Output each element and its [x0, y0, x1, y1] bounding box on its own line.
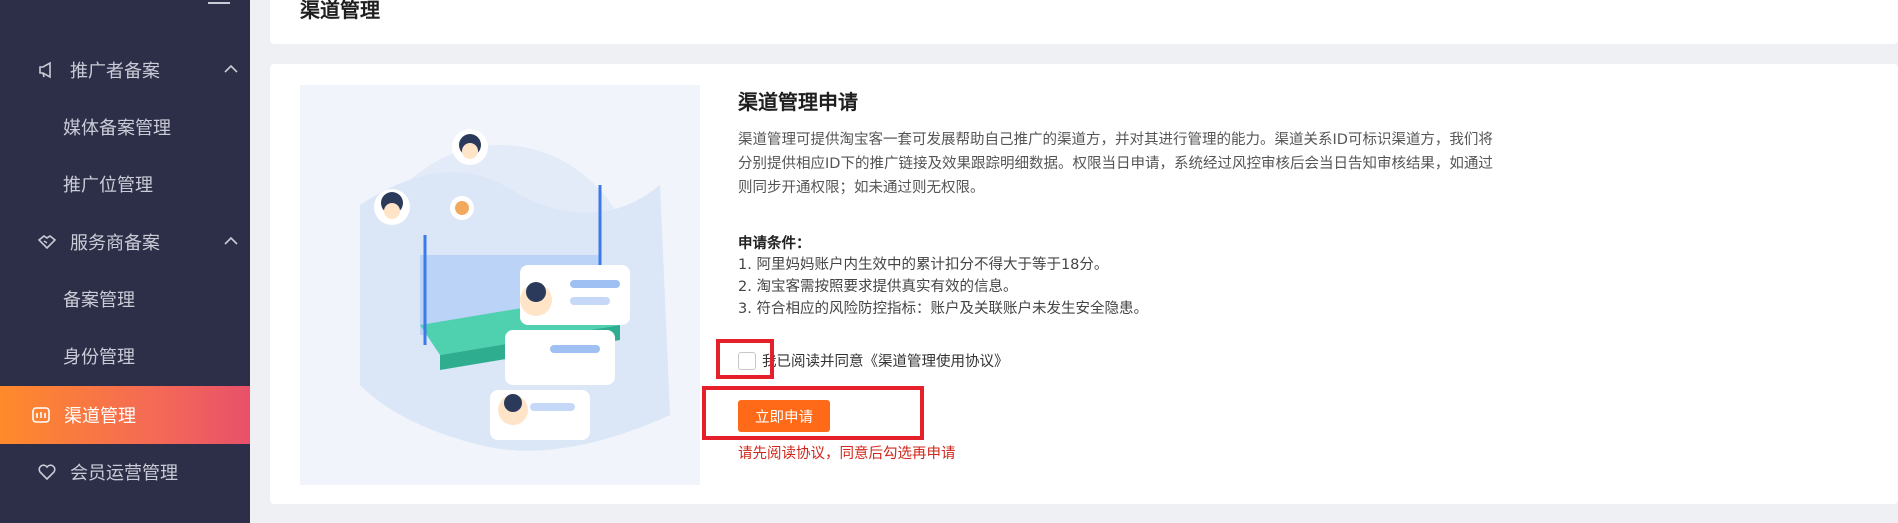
sidebar-item-media-filing[interactable]: 媒体备案管理 — [0, 99, 250, 155]
chevron-up-icon[interactable] — [224, 234, 238, 248]
error-message: 请先阅读协议，同意后勾选再申请 — [738, 446, 956, 462]
sidebar-item-adzone[interactable]: 推广位管理 — [0, 156, 250, 212]
menu-toggle-icon[interactable] — [208, 0, 230, 4]
apply-button[interactable]: 立即申请 — [738, 400, 830, 432]
sidebar-item-label: 身份管理 — [63, 347, 135, 368]
sidebar-group-label: 服务商备案 — [70, 233, 160, 254]
sidebar-group-provider[interactable]: 服务商备案 — [0, 214, 250, 270]
agreement-row: 我已阅读并同意《渠道管理使用协议》 — [738, 350, 1009, 371]
sidebar-item-member-ops[interactable]: 会员运营管理 — [0, 444, 250, 500]
main-card: 渠道管理申请 渠道管理可提供淘宝客一套可发展帮助自己推广的渠道方，并对其进行管理… — [270, 64, 1898, 504]
condition-item: 1. 阿里妈妈账户内生效中的累计扣分不得大于等于18分。 — [738, 257, 1109, 273]
channel-illustration — [300, 85, 700, 485]
handshake-icon — [36, 231, 58, 253]
checkbox-highlight-box — [716, 339, 774, 379]
sidebar-group-label: 推广者备案 — [70, 61, 160, 82]
sidebar-item-label: 推广位管理 — [63, 175, 153, 196]
page-title: 渠道管理 — [300, 0, 380, 22]
chevron-up-icon[interactable] — [224, 62, 238, 76]
sidebar-item-channel[interactable]: 渠道管理 — [0, 386, 250, 444]
sidebar-item-label: 媒体备案管理 — [63, 118, 171, 139]
header: 渠道管理 — [270, 0, 1898, 44]
sidebar-item-identity[interactable]: 身份管理 — [0, 328, 250, 384]
conditions-list: 1. 阿里妈妈账户内生效中的累计扣分不得大于等于18分。 2. 淘宝客需按照要求… — [738, 254, 1148, 320]
sidebar-group-label: 会员运营管理 — [70, 463, 178, 484]
apply-title: 渠道管理申请 — [738, 90, 858, 114]
channel-icon — [30, 404, 52, 426]
condition-item: 2. 淘宝客需按照要求提供真实有效的信息。 — [738, 279, 1018, 295]
sidebar-item-label: 备案管理 — [63, 290, 135, 311]
condition-item: 3. 符合相应的风险防控指标：账户及关联账户未发生安全隐患。 — [738, 301, 1148, 317]
sidebar: 推广者备案 媒体备案管理 推广位管理 服务商备案 备案管理 身份管理 渠道管理 … — [0, 0, 250, 523]
apply-description: 渠道管理可提供淘宝客一套可发展帮助自己推广的渠道方，并对其进行管理的能力。渠道关… — [738, 132, 1493, 196]
sidebar-item-filing[interactable]: 备案管理 — [0, 271, 250, 327]
heart-icon — [36, 461, 58, 483]
agreement-link[interactable]: 我已阅读并同意《渠道管理使用协议》 — [762, 350, 1009, 371]
sidebar-group-promoter[interactable]: 推广者备案 — [0, 42, 250, 98]
megaphone-icon — [36, 59, 58, 81]
sidebar-item-label: 渠道管理 — [64, 406, 136, 427]
conditions-title: 申请条件： — [738, 236, 811, 252]
